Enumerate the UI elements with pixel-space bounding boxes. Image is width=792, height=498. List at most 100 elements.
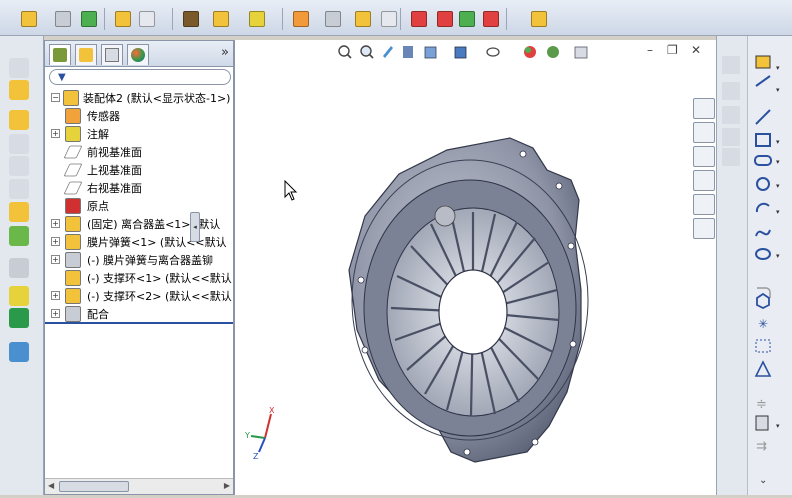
tree-row[interactable]: 右视基准面 — [45, 179, 233, 197]
tree-item-label: 原点 — [87, 200, 109, 213]
new-part-icon[interactable] — [9, 58, 29, 78]
simulation-icon[interactable] — [408, 8, 430, 30]
tree-expand-toggle[interactable]: − — [51, 93, 60, 102]
feature-tree-icon — [53, 48, 67, 62]
svg-text:▾: ▾ — [776, 158, 780, 166]
graphics-area[interactable]: – ❐ ✕ X Y Z — [234, 40, 716, 495]
tree-row[interactable]: + 注解 — [45, 125, 233, 143]
clutch-assembly-model[interactable] — [335, 130, 635, 470]
linear-pattern-icon[interactable] — [9, 179, 29, 199]
tree-row[interactable]: + (固定) 离合器盖<1> (默认 — [45, 215, 233, 233]
fillet-icon[interactable] — [722, 82, 740, 100]
tree-row[interactable]: + (-) 支撑环<2> (默认<<默认 — [45, 287, 233, 305]
sketch-entity-icon[interactable] — [722, 56, 740, 74]
weld-bead-icon[interactable] — [480, 8, 502, 30]
horizontal-scrollbar[interactable]: ◀ ▶ — [45, 478, 233, 494]
tree-row[interactable]: 上视基准面 — [45, 161, 233, 179]
tree-row[interactable]: (-) 支撑环<1> (默认<<默认 — [45, 269, 233, 287]
feature-manager-tabs: » — [45, 41, 233, 67]
clearance-icon[interactable] — [378, 8, 400, 30]
minimize-button[interactable]: – — [647, 43, 653, 57]
options-icon[interactable] — [18, 8, 40, 30]
scroll-thumb[interactable] — [59, 481, 129, 492]
tree-expand-toggle[interactable]: + — [51, 237, 60, 246]
display-manager-tab[interactable] — [127, 44, 149, 65]
smart-fastener-icon[interactable] — [112, 8, 134, 30]
tree-row[interactable]: 前视基准面 — [45, 143, 233, 161]
measure-icon[interactable] — [528, 8, 550, 30]
restore-button[interactable]: ❐ — [667, 43, 678, 57]
tree-expand-toggle[interactable]: + — [51, 309, 60, 318]
tree-row[interactable]: + (-) 膜片弹簧与离合器盖铆 — [45, 251, 233, 269]
tree-row[interactable]: + 膜片弹簧<1> (默认<<默认 — [45, 233, 233, 251]
previous-view-icon — [383, 46, 393, 58]
scroll-left-icon[interactable]: ◀ — [48, 481, 54, 490]
funnel-icon: ▼ — [58, 72, 66, 83]
curve-icon[interactable] — [9, 308, 29, 328]
rivet-icon — [65, 252, 81, 268]
smart-component-icon[interactable] — [9, 202, 29, 222]
triad-y-label: Y — [245, 431, 250, 440]
appearance-ball-icon — [131, 48, 145, 62]
insert-component-icon[interactable] — [246, 8, 268, 30]
tree-expand-toggle[interactable]: + — [51, 291, 60, 300]
tree-expand-toggle[interactable]: + — [51, 255, 60, 264]
file-explorer-icon[interactable] — [693, 170, 715, 191]
measure-side-icon[interactable] — [9, 342, 29, 362]
tree-row[interactable]: + 配合 — [45, 305, 233, 323]
folder-icon[interactable] — [693, 146, 715, 167]
reference-point-icon[interactable] — [9, 286, 29, 306]
part-icon — [65, 234, 81, 250]
appearances-icon[interactable] — [693, 194, 715, 215]
align-icon[interactable] — [78, 8, 100, 30]
apply-scene-icon — [547, 46, 559, 58]
svg-text:▾: ▾ — [776, 422, 780, 430]
large-assembly-icon[interactable] — [434, 8, 456, 30]
feature-manager-tab[interactable] — [49, 44, 71, 65]
assembly-features-icon[interactable] — [180, 8, 202, 30]
part-icon — [65, 216, 81, 232]
move-component-icon[interactable] — [136, 8, 158, 30]
offset-icon[interactable] — [722, 106, 740, 124]
scroll-right-icon[interactable]: ▶ — [224, 481, 230, 490]
tree-expand-toggle[interactable]: + — [51, 129, 60, 138]
insert-part-icon[interactable] — [9, 80, 29, 100]
paperclip-icon[interactable] — [52, 8, 74, 30]
tree-row[interactable]: 原点 — [45, 197, 233, 215]
mirror-icon[interactable] — [9, 156, 29, 176]
hole-series-icon[interactable] — [456, 8, 478, 30]
tree-filter-input[interactable]: ▼ — [49, 69, 231, 85]
bom-icon[interactable] — [9, 258, 29, 278]
expand-panel-button[interactable]: » — [221, 45, 229, 60]
interference-icon[interactable] — [352, 8, 374, 30]
pattern-icon[interactable] — [9, 134, 29, 154]
centerline-icon — [755, 339, 771, 353]
panel-collapse-grip[interactable]: ◂ — [190, 212, 200, 242]
svg-text:⌄: ⌄ — [759, 475, 767, 486]
convert-entities-icon[interactable] — [722, 128, 740, 146]
custom-properties-icon[interactable] — [693, 218, 715, 239]
tree-row[interactable]: − 装配体2 (默认<显示状态-1>) — [45, 89, 233, 107]
tree-item-label: 装配体2 (默认<显示状态-1>) — [83, 92, 231, 105]
show-hidden-icon[interactable] — [9, 226, 29, 246]
close-button[interactable]: ✕ — [691, 43, 701, 57]
exploded-view-icon[interactable] — [290, 8, 312, 30]
resources-icon[interactable] — [693, 122, 715, 143]
configuration-manager-tab[interactable] — [101, 44, 123, 65]
reference-geometry-icon[interactable] — [210, 8, 232, 30]
svg-text:▾: ▾ — [776, 252, 780, 260]
home-icon[interactable] — [693, 98, 715, 119]
rectangle-icon — [755, 133, 771, 147]
tree-row[interactable]: 传感器 — [45, 107, 233, 125]
move-entities-icon: ⇉ — [756, 439, 767, 454]
svg-text:▾: ▾ — [776, 64, 780, 72]
svg-text:▾: ▾ — [776, 86, 780, 94]
trim-icon[interactable] — [722, 148, 740, 166]
rollback-bar[interactable] — [45, 322, 233, 324]
property-manager-tab[interactable] — [75, 44, 97, 65]
tree-item-label: (-) 膜片弹簧与离合器盖铆 — [87, 254, 214, 267]
assembly-layout-icon[interactable] — [9, 110, 29, 130]
mate-icon[interactable] — [322, 8, 344, 30]
zoom-to-area-icon — [360, 45, 374, 59]
tree-expand-toggle[interactable]: + — [51, 219, 60, 228]
